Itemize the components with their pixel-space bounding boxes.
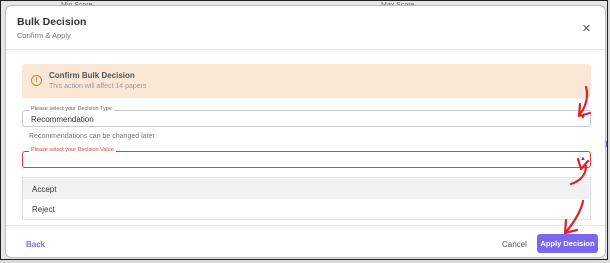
decision-type-select[interactable]: Please select your Decision Type Recomme…: [22, 106, 591, 127]
decision-type-label: Please select your Decision Type: [29, 106, 114, 113]
decision-type-helper: Recommendations can be changed later: [29, 133, 155, 140]
decision-value-options: Accept Reject: [22, 177, 591, 220]
alert-title: Confirm Bulk Decision: [49, 71, 135, 80]
alert-description: This action will affect 14 papers: [49, 83, 147, 90]
back-button[interactable]: Back: [26, 240, 45, 249]
decision-value-label: Please select your Decision Value: [29, 147, 116, 154]
option-reject[interactable]: Reject: [23, 199, 590, 219]
option-accept-label: Accept: [32, 185, 57, 194]
option-accept[interactable]: Accept: [23, 179, 590, 199]
option-reject-label: Reject: [32, 205, 55, 214]
decision-type-value: Recommendation: [31, 115, 94, 124]
close-icon[interactable]: ✕: [582, 24, 591, 35]
footer-divider: [6, 225, 605, 226]
apply-decision-button[interactable]: Apply Decision: [537, 234, 598, 253]
modal-title: Bulk Decision: [17, 16, 87, 28]
warning-icon: !: [31, 75, 42, 86]
modal-subtitle: Confirm & Apply: [17, 31, 71, 40]
decision-value-select[interactable]: Please select your Decision Value ▲: [22, 147, 591, 168]
bulk-decision-modal: Bulk Decision Confirm & Apply ✕ ! Confir…: [5, 5, 606, 258]
header-divider: [6, 49, 605, 50]
confirm-alert: ! Confirm Bulk Decision This action will…: [22, 64, 591, 98]
cancel-button[interactable]: Cancel: [502, 240, 527, 249]
chevron-down-icon: ▼: [580, 115, 586, 121]
chevron-up-icon: ▲: [580, 156, 586, 162]
screenshot-frame: Min Score Max Score Bulk Decision Confir…: [0, 0, 608, 260]
